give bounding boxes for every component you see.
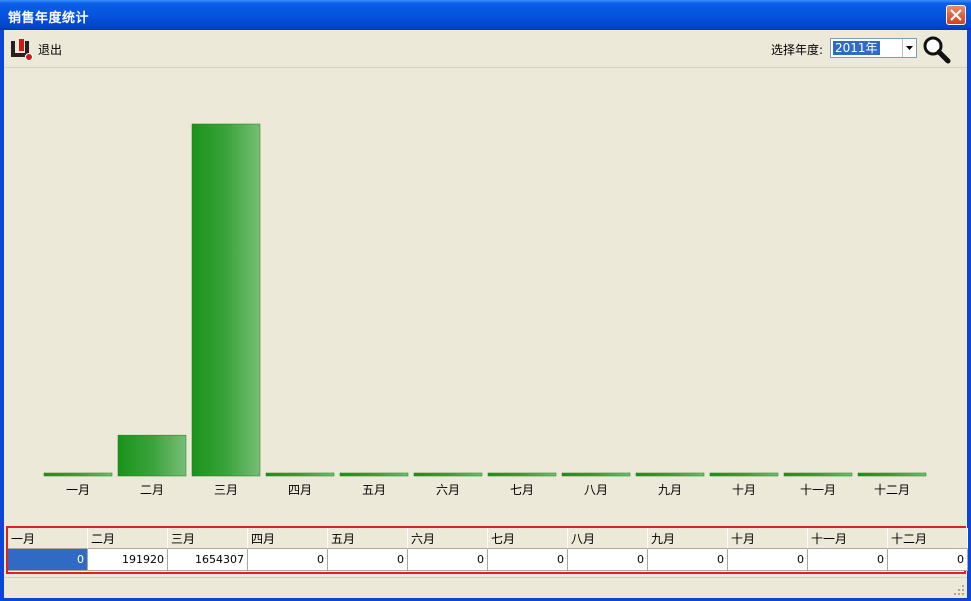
column-header[interactable]: 九月 xyxy=(648,528,728,549)
x-tick-label: 十月 xyxy=(732,483,756,497)
column-header[interactable]: 十二月 xyxy=(888,528,968,549)
search-button[interactable] xyxy=(921,34,951,64)
bar-1 xyxy=(43,472,113,477)
column-header[interactable]: 一月 xyxy=(8,528,88,549)
table-cell[interactable]: 0 xyxy=(328,549,408,571)
table-cell[interactable]: 0 xyxy=(488,549,568,571)
exit-button[interactable]: 退出 xyxy=(10,36,62,62)
table-cell[interactable]: 0 xyxy=(888,549,968,571)
status-bar xyxy=(4,577,967,598)
window: 销售年度统计 退出 选择年度: 2011年 一月 二月 三月 四月 五月 六月 … xyxy=(0,0,971,601)
exit-label: 退出 xyxy=(38,42,63,57)
x-tick-label: 十一月 xyxy=(800,483,836,497)
bar-10 xyxy=(709,472,779,477)
bar-chart: 一月 二月 三月 四月 五月 六月 七月 八月 九月 十月 十一月 十二月 xyxy=(43,123,927,497)
year-value: 2011年 xyxy=(833,41,880,55)
bar-6 xyxy=(413,472,483,477)
column-header[interactable]: 五月 xyxy=(328,528,408,549)
bar-3 xyxy=(191,123,261,477)
x-tick-label: 十二月 xyxy=(874,483,910,497)
table-cell[interactable]: 191920 xyxy=(88,549,168,571)
column-header[interactable]: 四月 xyxy=(248,528,328,549)
column-header[interactable]: 十一月 xyxy=(808,528,888,549)
x-tick-label: 二月 xyxy=(140,483,164,497)
bar-9 xyxy=(635,472,705,477)
bar-11 xyxy=(783,472,853,477)
table-cell[interactable]: 0 xyxy=(408,549,488,571)
table-cell[interactable]: 0 xyxy=(568,549,648,571)
table-cell[interactable]: 0 xyxy=(8,549,88,571)
column-header[interactable]: 十月 xyxy=(728,528,808,549)
year-select[interactable]: 2011年 xyxy=(830,38,917,58)
bar-12 xyxy=(857,472,927,477)
data-grid-table: 一月 二月 三月 四月 五月 六月 七月 八月 九月 十月 十一月 十二月 0 191920 1654307… xyxy=(8,528,968,571)
table-cell[interactable]: 0 xyxy=(648,549,728,571)
x-tick-label: 三月 xyxy=(214,483,238,497)
column-header[interactable]: 六月 xyxy=(408,528,488,549)
year-label: 选择年度: xyxy=(771,43,824,57)
table-cell[interactable]: 0 xyxy=(808,549,888,571)
x-tick-label: 六月 xyxy=(436,483,460,497)
window-title: 销售年度统计 xyxy=(8,11,90,26)
dropdown-button[interactable] xyxy=(902,39,916,57)
search-icon xyxy=(923,36,951,64)
table-cell[interactable]: 1654307 xyxy=(168,549,248,571)
x-tick-label: 四月 xyxy=(288,483,312,497)
close-icon xyxy=(950,9,962,21)
x-tick-label: 五月 xyxy=(362,483,386,497)
data-grid: 一月 二月 三月 四月 五月 六月 七月 八月 九月 十月 十一月 十二月 0 191920 1654307… xyxy=(6,526,968,574)
column-header[interactable]: 二月 xyxy=(88,528,168,549)
resize-grip-icon[interactable] xyxy=(953,584,965,596)
chart-area: 一月 二月 三月 四月 五月 六月 七月 八月 九月 十月 十一月 十二月 xyxy=(4,68,967,523)
exit-icon xyxy=(11,39,33,61)
client-area: 退出 选择年度: 2011年 一月 二月 三月 四月 五月 六月 七月 八月 九… xyxy=(4,30,968,598)
bar-4 xyxy=(265,472,335,477)
table-cell[interactable]: 0 xyxy=(728,549,808,571)
chevron-down-icon xyxy=(906,46,913,50)
bar-8 xyxy=(561,472,631,477)
x-tick-label: 七月 xyxy=(510,483,534,497)
bar-7 xyxy=(487,472,557,477)
x-tick-label: 八月 xyxy=(584,483,608,497)
column-header[interactable]: 三月 xyxy=(168,528,248,549)
title-bar[interactable]: 销售年度统计 xyxy=(0,0,971,30)
toolbar: 退出 选择年度: 2011年 xyxy=(4,30,967,68)
bar-2 xyxy=(117,434,187,477)
close-button[interactable] xyxy=(946,5,966,25)
column-header[interactable]: 七月 xyxy=(488,528,568,549)
x-tick-label: 一月 xyxy=(66,483,90,497)
bar-5 xyxy=(339,472,409,477)
x-tick-label: 九月 xyxy=(658,483,682,497)
table-cell[interactable]: 0 xyxy=(248,549,328,571)
column-header[interactable]: 八月 xyxy=(568,528,648,549)
